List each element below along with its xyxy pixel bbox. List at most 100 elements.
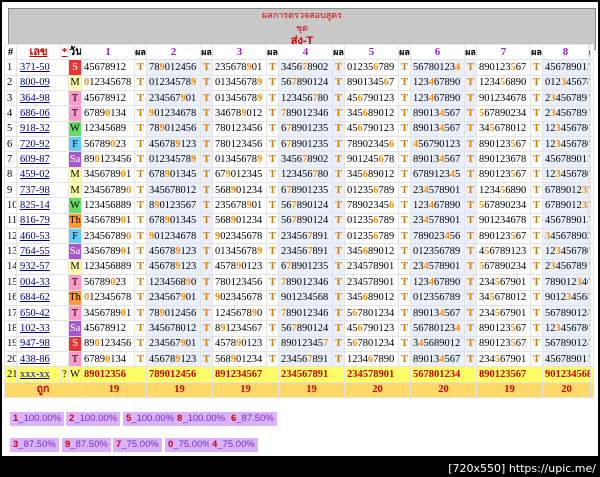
- hit-mark: T: [398, 304, 411, 322]
- row-spacer: [590, 350, 594, 368]
- day-badge: M: [68, 166, 82, 184]
- hit-mark: T: [200, 59, 213, 76]
- set-6-digits: 890134567: [410, 120, 465, 138]
- header-set-4: 4: [278, 43, 333, 61]
- hit-mark: T: [332, 166, 345, 184]
- table-row: 11 816-79 Th 345678901 T 678901345 T 568901234 T…: [4, 212, 594, 230]
- draw-link[interactable]: 918-32: [16, 120, 69, 138]
- hit-mark: T: [530, 90, 543, 107]
- highlight-digit: 5: [510, 62, 516, 74]
- hit-mark: T: [530, 350, 543, 368]
- row-spacer: [590, 289, 594, 306]
- hit-mark: T: [464, 120, 477, 138]
- highlight-digit: 9: [180, 92, 186, 104]
- table-row: 4 686-06 T 67890134 T 901234678 T 346789012 T 789…: [4, 105, 594, 122]
- draw-link[interactable]: 650-42: [16, 304, 69, 322]
- highlight-digit: 9: [180, 292, 186, 304]
- set-2-digits: 456789123: [146, 350, 201, 368]
- set-8-digits: 123456780: [542, 320, 589, 337]
- screenshot-frame: ผลการตรวจสอบสูตร ชุด ส่ง-T # เลข * วัน 1 ผล 2 ผ…: [0, 0, 600, 477]
- set-2-digits: 234567901: [146, 335, 201, 352]
- hit-mark: T: [464, 228, 477, 245]
- row-index: 6: [4, 136, 17, 153]
- hit-mark: T: [398, 120, 411, 138]
- digit-accuracy-pill: 1_100.00%: [10, 411, 65, 426]
- hit-mark: T: [200, 228, 213, 245]
- draw-link[interactable]: 764-55: [16, 243, 69, 260]
- highlight-digit: 9: [159, 307, 165, 319]
- draw-link[interactable]: 737-98: [16, 182, 69, 199]
- highlight-digit: 7: [302, 62, 308, 74]
- row-spacer: [590, 274, 594, 291]
- hit-mark: T: [464, 274, 477, 291]
- hit-mark: T: [200, 136, 213, 153]
- row-spacer: [590, 335, 594, 352]
- draw-link[interactable]: 825-14: [16, 197, 69, 214]
- hit-mark: T: [200, 335, 213, 352]
- set-6-digits: 012356789: [410, 289, 465, 306]
- set-1-digits: 345678901: [81, 243, 135, 260]
- set-1-digits: 45678912: [81, 59, 135, 76]
- draw-link[interactable]: xxx-xx: [16, 366, 61, 383]
- draw-link[interactable]: 800-09: [16, 74, 69, 92]
- header-spacer: [590, 43, 594, 61]
- highlight-digit: 6: [368, 353, 374, 365]
- hit-mark: T: [530, 151, 543, 168]
- hit-mark: T: [134, 105, 147, 122]
- highlight-digit: 6: [362, 169, 368, 181]
- hit-mark: T: [332, 151, 345, 168]
- set-8-digits: 456789013: [542, 59, 589, 76]
- draw-link[interactable]: 102-33: [16, 320, 69, 337]
- set-5-digits: 567801234: [344, 335, 399, 352]
- table-row: 19 947-98 S 890123456 T 234567901 T 457890123 T 8…: [4, 335, 594, 352]
- draw-link[interactable]: 720-92: [16, 136, 69, 153]
- set-5-digits: 012356789: [344, 182, 399, 199]
- hit-mark: T: [530, 274, 543, 291]
- hit-mark: T: [332, 197, 345, 214]
- set-3-digits: 013456789: [212, 74, 267, 92]
- hit-mark: T: [266, 243, 279, 260]
- set-5-digits: 901245678: [344, 151, 399, 168]
- set-8-digits: 456789013: [542, 151, 589, 168]
- draw-link[interactable]: 364-98: [16, 90, 69, 107]
- digit-accuracy-pill: 8_100.00%: [174, 411, 229, 426]
- set-2-digits: 345678012: [146, 320, 201, 337]
- draw-link[interactable]: 371-50: [16, 59, 69, 76]
- highlight-digit: 3: [555, 123, 561, 135]
- set-3-digits: 124567890: [212, 304, 267, 322]
- highlight-digit: 3: [566, 292, 572, 304]
- highlight-digit: 4: [428, 276, 434, 288]
- set-2-digits: 123456890: [146, 274, 201, 291]
- hit-mark: T: [200, 258, 213, 276]
- set-7-digits: 345678012: [476, 289, 531, 306]
- draw-link[interactable]: 684-62: [16, 289, 69, 306]
- highlight-digit: 3: [576, 276, 582, 288]
- draw-link[interactable]: 004-33: [16, 274, 69, 291]
- row-index: 11: [4, 212, 17, 230]
- draw-link[interactable]: 438-86: [16, 350, 69, 368]
- set-4-digits: 567890124: [278, 320, 333, 337]
- set-8-digits: 678901235: [542, 197, 589, 214]
- draw-link[interactable]: 609-87: [16, 151, 69, 168]
- hit-mark: T: [266, 289, 279, 306]
- row-index: 3: [4, 90, 17, 107]
- draw-link[interactable]: 816-79: [16, 212, 69, 230]
- highlight-digit: 5: [479, 261, 485, 273]
- hit-mark: T: [332, 350, 345, 368]
- highlight-digit: 7: [307, 353, 313, 365]
- row-spacer: [590, 105, 594, 122]
- set-2-digits: 678901345: [146, 166, 201, 184]
- draw-link[interactable]: 686-06: [16, 105, 69, 122]
- draw-link[interactable]: 459-02: [16, 166, 69, 184]
- draw-link[interactable]: 947-98: [16, 335, 69, 352]
- set-6-digits: 234578901: [410, 212, 465, 230]
- draw-link[interactable]: 460-53: [16, 228, 69, 245]
- results-table: #เลข*วัน1ผล2ผล3ผล4ผล5ผล6ผล7ผล8ผล 1371-50…: [4, 43, 594, 398]
- hit-mark: T: [398, 105, 411, 122]
- set-6-digits: 890134567: [410, 350, 465, 368]
- draw-link[interactable]: 932-57: [16, 258, 69, 276]
- set-1-digits: 234567890: [81, 228, 135, 245]
- highlight-digit: 9: [257, 92, 263, 104]
- hit-mark: T: [200, 74, 213, 92]
- hit-mark: T: [266, 320, 279, 337]
